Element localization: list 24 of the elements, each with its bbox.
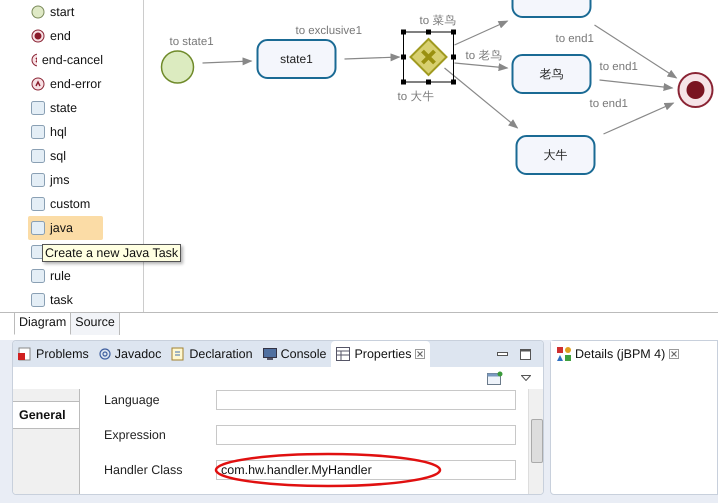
palette-label: end-error bbox=[50, 77, 102, 91]
transition-label: to 菜鸟 bbox=[420, 15, 456, 27]
palette-label: custom bbox=[50, 197, 90, 211]
palette-label: end-cancel bbox=[42, 53, 103, 67]
palette-label: hql bbox=[50, 125, 67, 139]
transition-label: to exclusive1 bbox=[296, 25, 362, 37]
field-label: Expression bbox=[104, 428, 167, 442]
palette-label: sql bbox=[50, 149, 66, 163]
palette-label: task bbox=[50, 293, 73, 307]
palette-label: rule bbox=[50, 269, 71, 283]
transition-label: to state1 bbox=[170, 36, 214, 48]
palette-label: java bbox=[50, 221, 73, 235]
palette-label: end bbox=[50, 29, 71, 43]
palette-label: state bbox=[50, 101, 78, 115]
transition-label: to end1 bbox=[556, 33, 594, 45]
transition-label: to 大牛 bbox=[398, 91, 434, 103]
palette-label: jms bbox=[50, 173, 70, 187]
field-label: Language bbox=[104, 393, 161, 407]
palette-label: start bbox=[50, 5, 74, 19]
transition-label: to end1 bbox=[600, 61, 638, 73]
transition-label: to end1 bbox=[590, 98, 628, 110]
field-label: Handler Class bbox=[104, 463, 184, 477]
tooltip: Create a new Java Task bbox=[42, 244, 182, 262]
transition-label: to 老鸟 bbox=[466, 50, 502, 62]
